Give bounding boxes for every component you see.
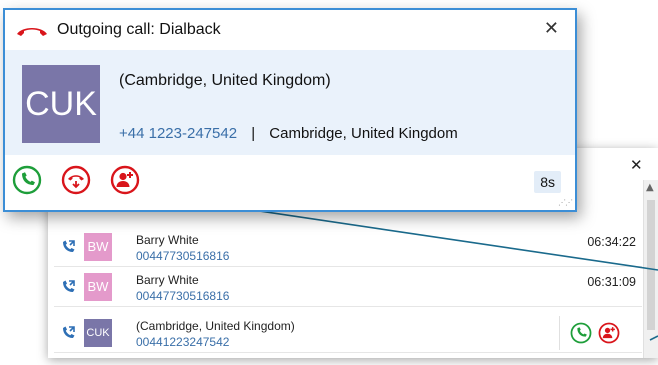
popup-title: Outgoing call: Dialback — [57, 21, 221, 38]
contact-avatar: CUK — [22, 65, 100, 143]
answer-call-button[interactable] — [12, 165, 42, 195]
close-icon[interactable]: ✕ — [544, 18, 559, 39]
popup-actions: 8s ⋰⋰ — [5, 155, 575, 210]
call-notification-popup: Outgoing call: Dialback ✕ CUK (Cambridge… — [3, 8, 577, 212]
popup-header: Outgoing call: Dialback ✕ — [5, 10, 575, 50]
location: Cambridge, United Kingdom — [269, 125, 458, 142]
contact-name: (Cambridge, United Kingdom) — [119, 72, 331, 89]
contact-card: CUK (Cambridge, United Kingdom) +44 1223… — [5, 50, 575, 155]
resize-grip-icon[interactable]: ⋰⋰ — [558, 198, 573, 207]
transfer-call-button[interactable] — [110, 165, 140, 195]
separator: | — [251, 125, 256, 142]
hangup-icon — [17, 28, 47, 36]
call-timer: 8s — [534, 171, 561, 193]
contact-details: +44 1223-247542 | Cambridge, United King… — [119, 125, 458, 142]
phone-number[interactable]: +44 1223-247542 — [119, 125, 237, 142]
hangup-call-button[interactable] — [61, 165, 91, 195]
